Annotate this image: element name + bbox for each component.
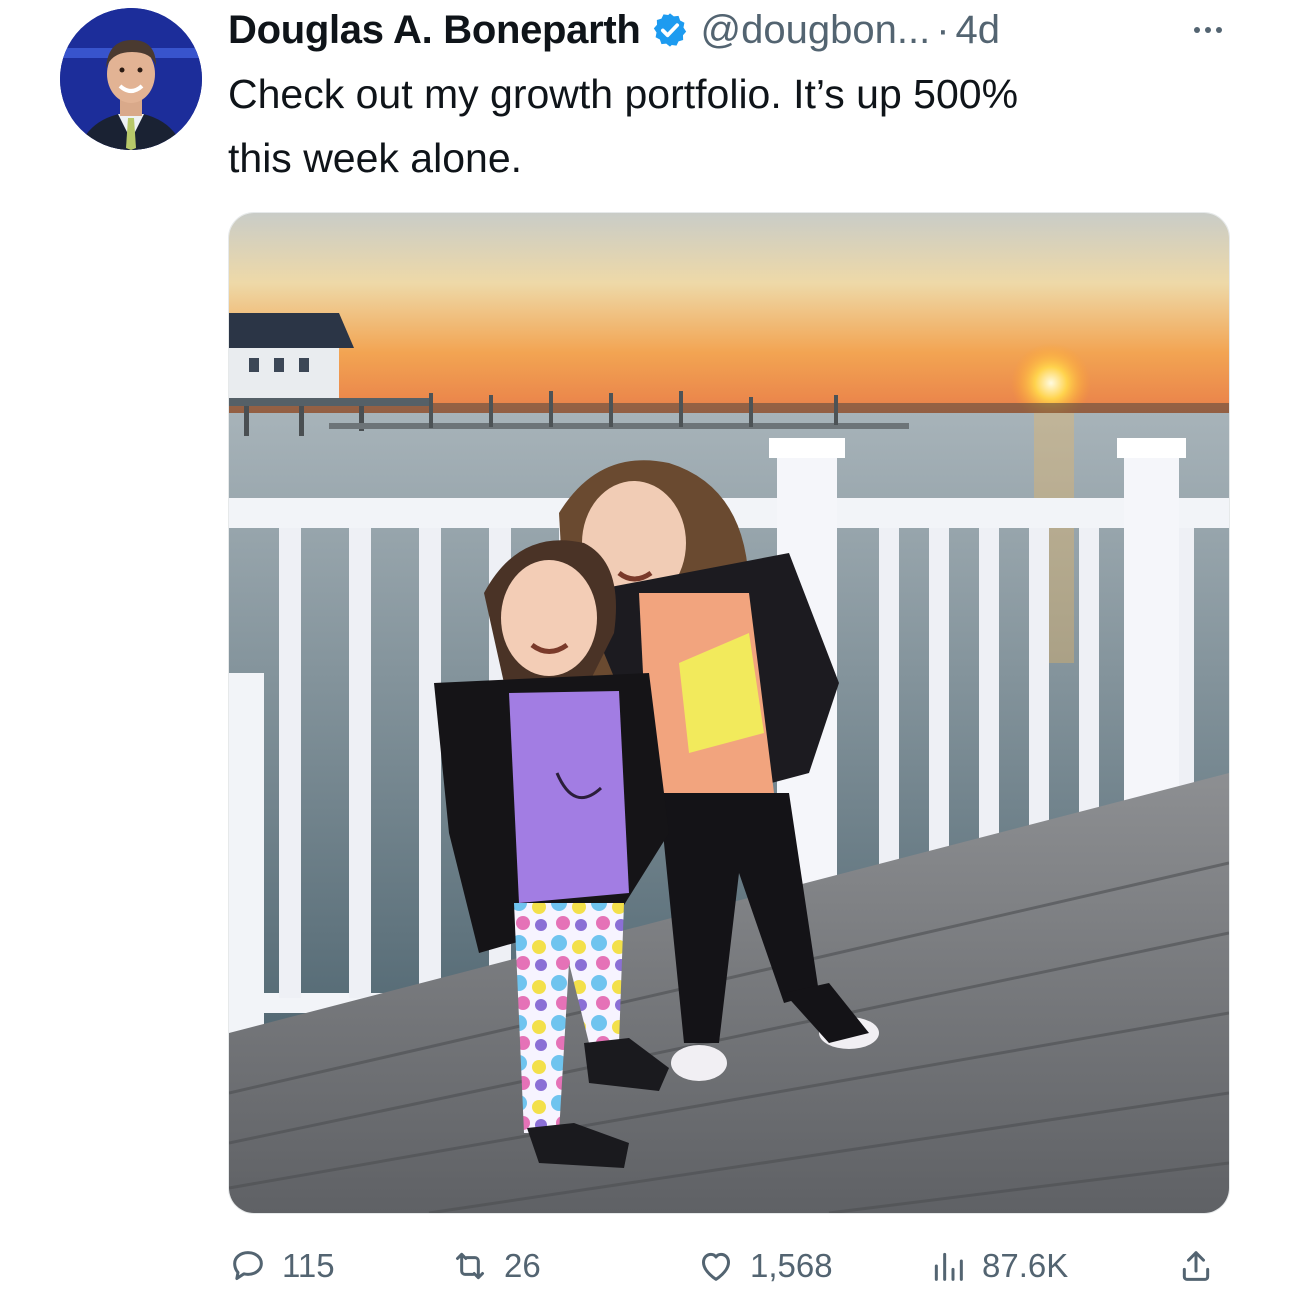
- tweet-text-line: Check out my growth portfolio. It’s up 5…: [228, 71, 1019, 117]
- tweet-actions: 115 26 1,568 87.6K: [228, 1234, 1228, 1298]
- author-handle[interactable]: @dougbon...: [701, 8, 931, 53]
- retweet-button[interactable]: 26: [450, 1234, 541, 1298]
- separator-dot: ·: [936, 7, 950, 52]
- heart-icon: [702, 1252, 730, 1281]
- like-button[interactable]: 1,568: [696, 1234, 833, 1298]
- reply-count: 115: [282, 1247, 335, 1284]
- reply-button[interactable]: 115: [228, 1234, 335, 1298]
- retweet-icon: [456, 1252, 484, 1280]
- tweet-timestamp[interactable]: 4d: [956, 8, 1001, 53]
- verified-badge-icon: [653, 13, 686, 47]
- views-button[interactable]: 87.6K: [928, 1234, 1068, 1298]
- like-count: 1,568: [750, 1247, 833, 1284]
- share-icon: [1182, 1251, 1210, 1281]
- more-options-icon[interactable]: [1194, 6, 1222, 54]
- tweet-header: Douglas A. Boneparth @dougbon... · 4d: [228, 6, 1230, 54]
- reply-icon: [233, 1251, 263, 1280]
- share-button[interactable]: [1176, 1234, 1230, 1298]
- tweet-text-line: this week alone.: [228, 135, 523, 181]
- tweet-text: Check out my growth portfolio. It’s up 5…: [228, 62, 1228, 190]
- retweet-count: 26: [504, 1247, 541, 1284]
- tweet-photo[interactable]: [228, 212, 1230, 1214]
- author-name[interactable]: Douglas A. Boneparth: [228, 8, 641, 53]
- views-count: 87.6K: [982, 1247, 1069, 1284]
- views-icon: [934, 1252, 963, 1281]
- author-avatar[interactable]: [60, 8, 202, 150]
